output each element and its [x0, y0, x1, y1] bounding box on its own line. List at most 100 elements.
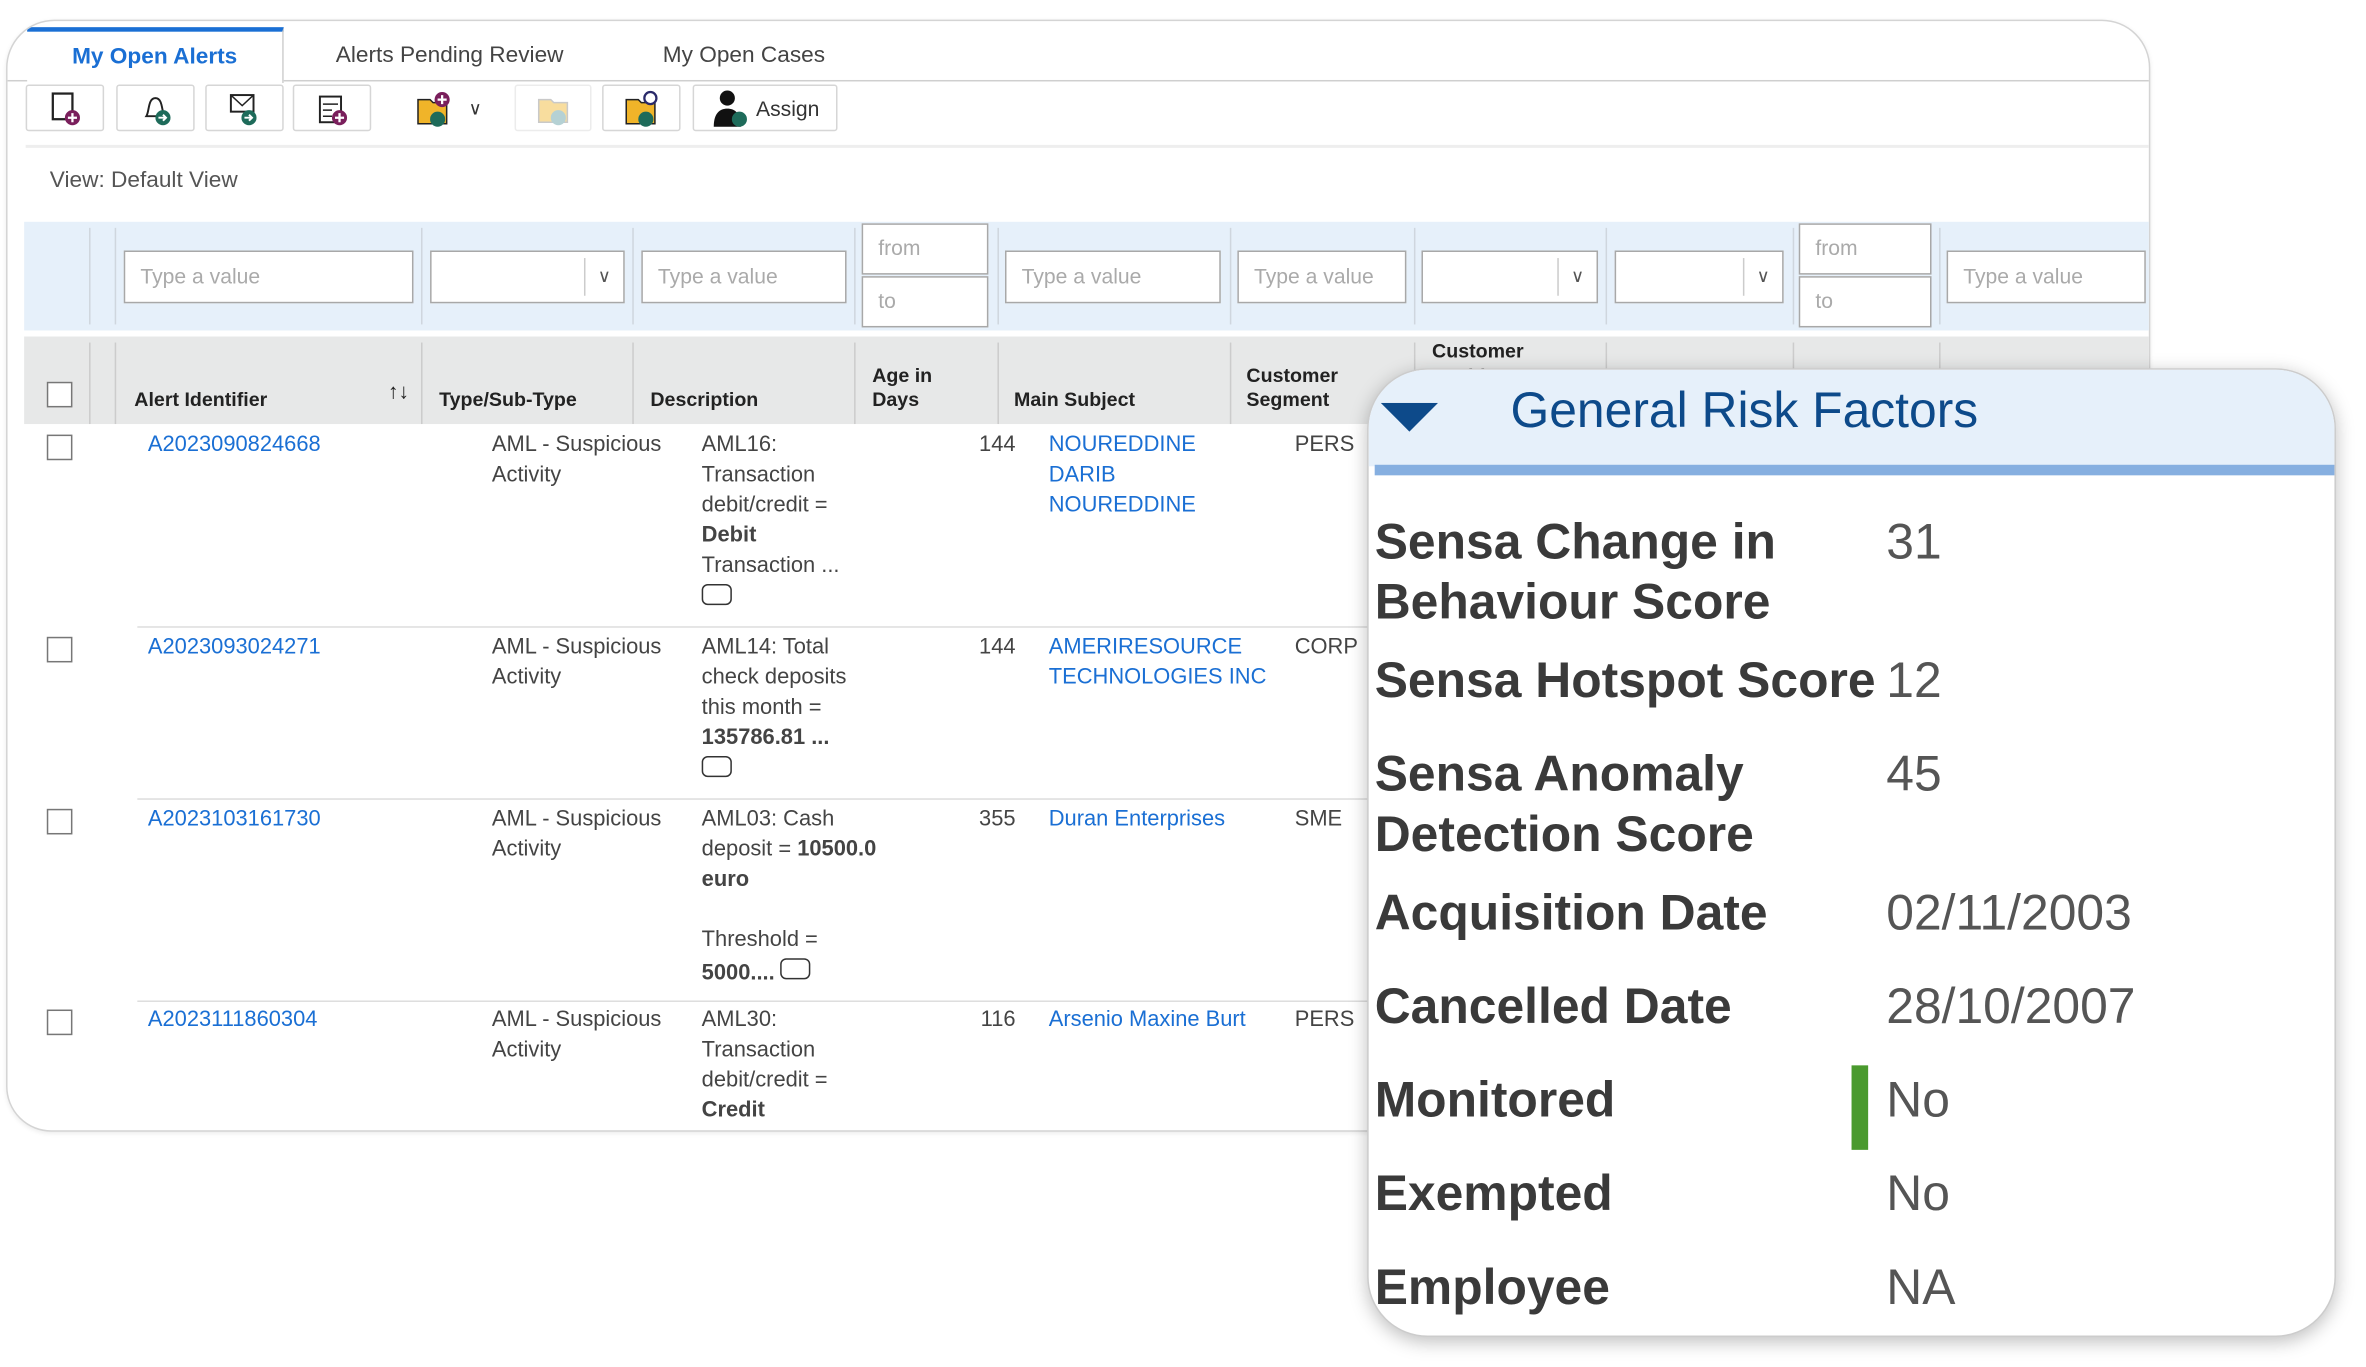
folder-search-icon	[625, 90, 658, 127]
folder-add-icon	[416, 91, 450, 127]
search-case-button[interactable]	[602, 84, 681, 132]
age-cell: 355	[979, 807, 1016, 832]
panel-header-bar	[1374, 464, 2335, 476]
column-age[interactable]: Age in Days	[872, 364, 963, 412]
user-assign-icon	[713, 89, 747, 127]
folder-forward-icon	[537, 98, 568, 125]
description-filter[interactable]: Type a value	[641, 250, 847, 304]
column-description[interactable]: Description	[650, 388, 758, 412]
risk-label: Sensa Hotspot Score	[1374, 651, 1876, 708]
age-to-filter[interactable]: to	[861, 276, 989, 328]
column-main-subject[interactable]: Main Subject	[1014, 388, 1135, 412]
residence-filter-select[interactable]: ∨	[1421, 250, 1599, 304]
description-cell: AML03: Cash deposit = 10500.0 euro Thresh…	[701, 807, 877, 986]
select-all-checkbox[interactable]	[46, 381, 73, 408]
comment-icon[interactable]	[701, 756, 732, 778]
main-subject-filter[interactable]: Type a value	[1004, 250, 1221, 304]
risk-value: 31	[1886, 513, 1942, 569]
collapse-triangle-icon[interactable]	[1380, 402, 1441, 433]
risk-label: Sensa Change in Behaviour Score	[1374, 513, 1776, 630]
risk-value: 12	[1886, 651, 1942, 708]
age-cell: 144	[979, 635, 1016, 660]
mail-forward-icon	[229, 93, 257, 125]
calendar-add-icon	[318, 94, 348, 125]
tab-my-open-cases[interactable]: My Open Cases	[638, 27, 849, 81]
description-cell: AML30: Transaction debit/credit = Credit	[701, 1008, 828, 1123]
new-alert-button[interactable]	[25, 84, 105, 132]
main-subject-link[interactable]: Duran Enterprises	[1049, 804, 1275, 834]
move-folder-button[interactable]	[514, 84, 592, 132]
risk-value: 45	[1886, 745, 1942, 802]
panel-header[interactable]: General Risk Factors	[1368, 369, 2335, 467]
tab-my-open-alerts[interactable]: My Open Alerts	[27, 27, 284, 83]
age-cell: 144	[979, 433, 1016, 458]
alert-id-link[interactable]: A2023090824668	[148, 430, 321, 460]
row-checkbox[interactable]	[46, 808, 73, 835]
row-checkbox[interactable]	[46, 434, 73, 461]
bell-forward-icon	[144, 96, 171, 125]
forward-alert-button[interactable]	[116, 84, 195, 132]
description-cell: AML14: Total check deposits this month =…	[701, 632, 860, 786]
schedule-button[interactable]	[292, 84, 372, 132]
comment-icon[interactable]	[780, 958, 811, 980]
type-cell: AML - Suspicious Activity	[491, 433, 662, 488]
segment-cell: PERS	[1294, 1008, 1355, 1033]
toolbar-divider	[25, 144, 2149, 148]
description-cell: AML16: Transaction debit/credit = Debit …	[701, 430, 853, 614]
main-subject-link[interactable]: Arsenio Maxine Burt	[1049, 1005, 1275, 1035]
risk-label: Acquisition Date	[1374, 884, 1768, 941]
alert-id-link[interactable]: A2023111860304	[148, 1005, 318, 1035]
tab-alerts-pending-review[interactable]: Alerts Pending Review	[306, 27, 593, 81]
age-from-filter[interactable]: from	[861, 223, 989, 275]
main-subject-link[interactable]: NOUREDDINE DARIB NOUREDDINE	[1049, 430, 1215, 521]
date-from-filter[interactable]: from	[1798, 223, 1932, 275]
type-cell: AML - Suspicious Activity	[491, 1008, 662, 1063]
risk-label: Exempted	[1374, 1164, 1613, 1221]
column-alert-identifier[interactable]: Alert Identifier	[134, 388, 267, 412]
column-customer-segment[interactable]: Customer Segment	[1246, 364, 1367, 412]
last-column-filter[interactable]: Type a value	[1946, 250, 2146, 304]
add-to-case-dropdown[interactable]: ∨	[396, 84, 500, 132]
assign-button[interactable]: Assign	[692, 84, 838, 132]
tab-bar: My Open Alerts Alerts Pending Review My …	[7, 27, 2149, 83]
chevron-down-icon: ∨	[583, 258, 623, 296]
risk-value: No	[1886, 1164, 1950, 1221]
type-cell: AML - Suspicious Activity	[491, 635, 662, 690]
new-alert-icon	[51, 91, 80, 125]
monitored-indicator	[1851, 1065, 1869, 1150]
risk-label: Employee	[1374, 1258, 1610, 1315]
row-checkbox[interactable]	[46, 636, 73, 663]
column-type[interactable]: Type/Sub-Type	[439, 388, 577, 412]
segment-filter[interactable]: Type a value	[1237, 250, 1407, 304]
risk-value: 02/11/2003	[1886, 884, 2132, 941]
segment-cell: PERS	[1294, 433, 1355, 458]
risk-value: No	[1886, 1071, 1950, 1128]
risk-label: Cancelled Date	[1374, 977, 1732, 1034]
risk-value: NA	[1886, 1258, 1956, 1315]
type-filter-select[interactable]: ∨	[430, 250, 625, 304]
main-subject-link[interactable]: AMERIRESOURCE TECHNOLOGIES INC	[1049, 632, 1275, 692]
panel-title: General Risk Factors	[1510, 381, 1979, 438]
sort-icon[interactable]: ↑↓	[388, 379, 409, 403]
alert-id-link[interactable]: A2023093024271	[148, 632, 321, 662]
row-checkbox[interactable]	[46, 1009, 73, 1036]
risk-value: 28/10/2007	[1886, 977, 2136, 1034]
alert-id-filter[interactable]: Type a value	[123, 250, 414, 304]
assign-label: Assign	[755, 95, 820, 120]
risk-label: Sensa Anomaly Detection Score	[1374, 745, 1754, 862]
view-label: View: Default View	[49, 167, 238, 194]
chevron-down-icon: ∨	[1557, 258, 1596, 296]
general-risk-factors-panel: General Risk Factors Sensa Change in Beh…	[1367, 368, 2336, 1337]
age-cell: 116	[980, 1008, 1016, 1033]
type-cell: AML - Suspicious Activity	[491, 807, 662, 862]
comment-icon[interactable]	[701, 583, 732, 606]
email-button[interactable]	[205, 84, 284, 132]
column-filter-select[interactable]: ∨	[1614, 250, 1784, 304]
date-to-filter[interactable]: to	[1798, 276, 1932, 328]
filter-row: Type a value ∨ Type a value from to Type…	[24, 221, 2149, 331]
segment-cell: SME	[1294, 807, 1343, 832]
chevron-down-icon: ∨	[468, 97, 482, 119]
alert-id-link[interactable]: A2023103161730	[148, 804, 321, 834]
chevron-down-icon: ∨	[1742, 258, 1782, 296]
segment-cell: CORP	[1294, 635, 1358, 660]
